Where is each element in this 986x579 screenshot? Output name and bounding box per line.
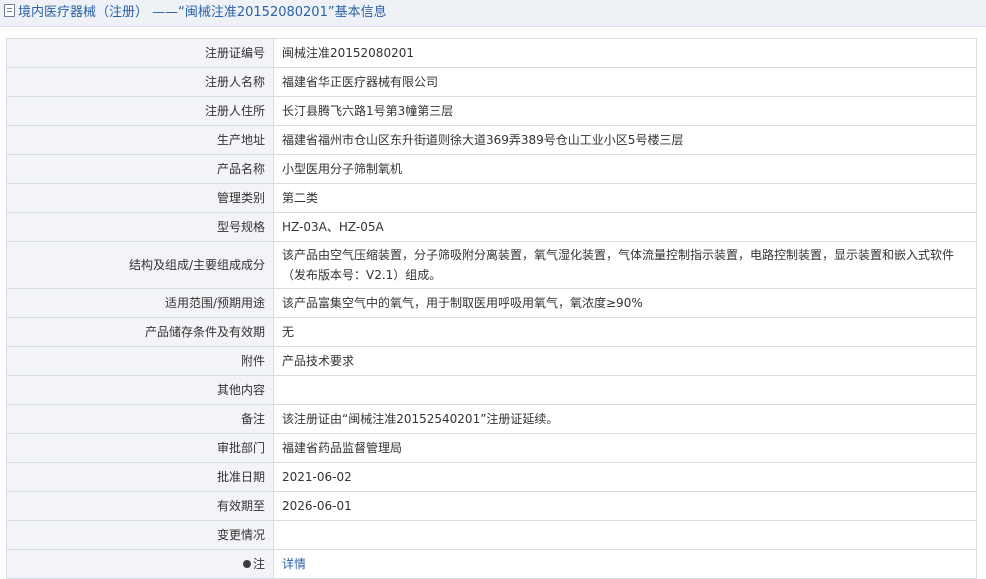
row-label-note: 注 [6,549,274,579]
table-row: 注册人名称 福建省华正医疗器械有限公司 [6,67,977,97]
table-row: 附件 产品技术要求 [6,346,977,376]
row-label: 产品储存条件及有效期 [6,317,274,347]
page-header: 境内医疗器械（注册） ——“闽械注准20152080201”基本信息 [0,0,986,27]
row-label: 生产地址 [6,125,274,155]
details-link[interactable]: 详情 [282,557,306,571]
row-value: 小型医用分子筛制氧机 [273,154,977,184]
row-label: 注册证编号 [6,38,274,68]
row-value: 该注册证由“闽械注准20152540201”注册证延续。 [273,404,977,434]
row-label: 批准日期 [6,462,274,492]
row-label: 注册人名称 [6,67,274,97]
row-label: 变更情况 [6,520,274,550]
info-table: 注册证编号 闽械注准20152080201 注册人名称 福建省华正医疗器械有限公… [6,38,977,579]
page-title: 境内医疗器械（注册） ——“闽械注准20152080201”基本信息 [18,5,387,20]
table-row: 生产地址 福建省福州市仓山区东升街道则徐大道369弄389号仓山工业小区5号楼三… [6,125,977,155]
table-row: 变更情况 [6,520,977,550]
row-label: 其他内容 [6,375,274,405]
row-value: 长汀县腾飞六路1号第3幢第三层 [273,96,977,126]
table-row: 注册人住所 长汀县腾飞六路1号第3幢第三层 [6,96,977,126]
table-row: 产品名称 小型医用分子筛制氧机 [6,154,977,184]
row-label: 结构及组成/主要组成成分 [6,241,274,289]
table-row: 批准日期 2021-06-02 [6,462,977,492]
row-value: 2026-06-01 [273,491,977,521]
row-value: 福建省福州市仓山区东升街道则徐大道369弄389号仓山工业小区5号楼三层 [273,125,977,155]
row-label: 产品名称 [6,154,274,184]
table-row: 备注 该注册证由“闽械注准20152540201”注册证延续。 [6,404,977,434]
row-value: 详情 [273,549,977,579]
row-label: 注册人住所 [6,96,274,126]
row-value: 该产品富集空气中的氧气，用于制取医用呼吸用氧气，氧浓度≥90% [273,288,977,318]
row-value: 2021-06-02 [273,462,977,492]
row-label: 审批部门 [6,433,274,463]
row-label: 有效期至 [6,491,274,521]
row-value: 产品技术要求 [273,346,977,376]
row-label: 型号规格 [6,212,274,242]
table-row: 管理类别 第二类 [6,183,977,213]
row-label: 附件 [6,346,274,376]
info-table-container: 注册证编号 闽械注准20152080201 注册人名称 福建省华正医疗器械有限公… [6,38,977,579]
row-value: 福建省华正医疗器械有限公司 [273,67,977,97]
table-row: 产品储存条件及有效期 无 [6,317,977,347]
table-row: 结构及组成/主要组成成分 该产品由空气压缩装置，分子筛吸附分离装置，氧气湿化装置… [6,241,977,289]
table-row: 注 详情 [6,549,977,579]
row-value: 福建省药品监督管理局 [273,433,977,463]
row-value: 第二类 [273,183,977,213]
row-value [273,520,977,550]
row-value: 闽械注准20152080201 [273,38,977,68]
row-label: 适用范围/预期用途 [6,288,274,318]
table-row: 适用范围/预期用途 该产品富集空气中的氧气，用于制取医用呼吸用氧气，氧浓度≥90… [6,288,977,318]
table-row: 注册证编号 闽械注准20152080201 [6,38,977,68]
table-row: 其他内容 [6,375,977,405]
table-row: 型号规格 HZ-03A、HZ-05A [6,212,977,242]
row-label: 备注 [6,404,274,434]
row-label: 管理类别 [6,183,274,213]
row-value: 无 [273,317,977,347]
table-row: 有效期至 2026-06-01 [6,491,977,521]
table-row: 审批部门 福建省药品监督管理局 [6,433,977,463]
bulb-icon [242,560,251,568]
row-value: HZ-03A、HZ-05A [273,212,977,242]
row-value [273,375,977,405]
row-value: 该产品由空气压缩装置，分子筛吸附分离装置，氧气湿化装置，气体流量控制指示装置，电… [273,241,977,289]
note-label: 注 [252,557,265,571]
document-icon [4,4,15,17]
